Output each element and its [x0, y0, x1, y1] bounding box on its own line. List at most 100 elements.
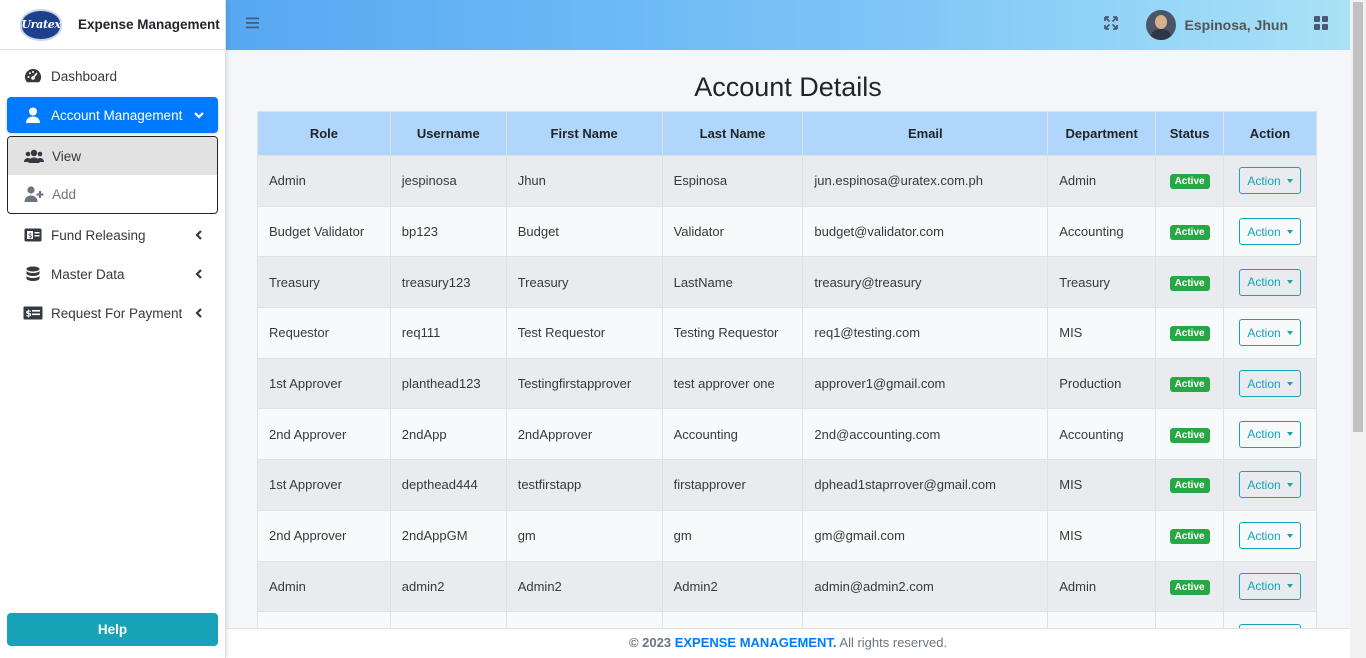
cell-username: bp123 [389, 205, 507, 258]
cell-email: admin@admin2.com [802, 560, 1049, 613]
status-badge: Active [1169, 275, 1210, 291]
cell-action: Action [1223, 205, 1317, 258]
action-dropdown-button[interactable]: Action [1239, 268, 1302, 296]
cell-action: Action [1223, 509, 1317, 562]
sidebar-item-dashboard[interactable]: Dashboard [7, 58, 218, 94]
sidebar-item-request-for-payment[interactable]: $ Request For Payment [7, 295, 218, 331]
cell-last-name: firstapprover [661, 459, 804, 511]
cell-action: Action [1223, 611, 1317, 628]
cell-username: jespinosa [389, 155, 507, 207]
cell-email: gm@gmail.com [802, 509, 1049, 562]
cell-department: Admin [1047, 560, 1157, 613]
cell-first-name: Treasury [505, 256, 663, 309]
sidebar-subitem-view[interactable]: View [8, 137, 217, 175]
sidebar-item-label: Dashboard [51, 68, 118, 84]
action-dropdown-button[interactable]: Action [1239, 572, 1302, 600]
action-dropdown-button[interactable]: Action [1239, 370, 1302, 398]
table-row: Budget Validator bp123 Budget Validator budg… [257, 205, 1317, 258]
cell-status: Active [1155, 611, 1225, 628]
sidebar-item-fund-releasing[interactable]: $ Fund Releasing [7, 217, 218, 253]
action-dropdown-button[interactable]: Action [1239, 218, 1302, 246]
help-button[interactable]: Help [7, 613, 218, 646]
footer-brand-link[interactable]: EXPENSE MANAGEMENT. [675, 635, 837, 650]
cell-username: admin2 [389, 560, 507, 613]
cell-username: 2ndApp [389, 408, 507, 461]
user-plus-icon [24, 185, 44, 203]
database-icon [23, 265, 43, 283]
cell-status: Active [1155, 155, 1225, 207]
cell-role: Requestor [257, 307, 391, 359]
action-dropdown-button[interactable]: Action [1239, 420, 1302, 448]
grid-icon[interactable] [1314, 15, 1328, 35]
caret-down-icon [1286, 330, 1293, 335]
cell-email: treasury@treasury [802, 256, 1049, 309]
chevron-left-icon [194, 267, 204, 282]
app-title: Expense Management [78, 17, 220, 32]
svg-text:$: $ [28, 232, 32, 240]
caret-down-icon [1286, 432, 1293, 437]
action-dropdown-button[interactable]: Action [1239, 471, 1302, 499]
cell-first-name: 2ndApprover [505, 408, 663, 461]
action-label: Action [1247, 275, 1281, 290]
cell-last-name: Espinosa [661, 155, 804, 207]
user-avatar[interactable] [1145, 10, 1176, 40]
table-row: 1st Approver depthead444 testfirstapp first… [257, 459, 1317, 511]
cell-username: planthead123 [389, 357, 507, 410]
cell-department: Accounting [1047, 408, 1157, 461]
main-content: Account Details Role Username First Name… [226, 50, 1350, 628]
accounts-table: Role Username First Name Last Name Email… [257, 111, 1317, 628]
scrollbar-thumb[interactable] [1353, 2, 1363, 432]
cell-status: Active [1155, 205, 1225, 258]
cell-department: Production [1047, 357, 1157, 410]
sidebar-item-account-management[interactable]: Account Management [7, 97, 218, 133]
cell-role: 2nd Approver [257, 408, 391, 461]
cell-first-name: Admin2 [505, 560, 663, 613]
column-header-last-name[interactable]: Last Name [661, 111, 804, 156]
account-submenu: View Add [7, 136, 218, 214]
fullscreen-icon[interactable] [1103, 15, 1118, 35]
caret-down-icon [1286, 280, 1293, 285]
hamburger-menu-icon[interactable] [246, 16, 260, 34]
cell-last-name: test approver one [661, 357, 804, 410]
action-label: Action [1247, 325, 1281, 340]
column-header-status[interactable]: Status [1155, 111, 1225, 156]
column-header-username[interactable]: Username [389, 111, 507, 156]
cell-status: Active [1155, 509, 1225, 562]
caret-down-icon [1286, 381, 1293, 386]
table-row: 2nd Approver 2ndApp 2ndApprover Accounting 2… [257, 408, 1317, 461]
column-header-first-name[interactable]: First Name [505, 111, 663, 156]
cell-username [389, 611, 507, 628]
column-header-department[interactable]: Department [1047, 111, 1157, 156]
money-bill-icon: $ [23, 226, 43, 244]
chevron-down-icon [194, 108, 204, 123]
action-dropdown-button[interactable]: Action [1239, 522, 1302, 550]
table-body: Admin jespinosa Jhun Espinosa jun.espinosa@u… [257, 155, 1317, 628]
invoice-icon: $ [23, 304, 43, 322]
sidebar-subitem-label: View [52, 148, 82, 164]
status-badge: Active [1169, 377, 1210, 393]
cell-status: Active [1155, 459, 1225, 511]
action-dropdown-button[interactable]: Action [1239, 319, 1302, 347]
cell-action: Action [1223, 459, 1317, 511]
status-badge: Active [1169, 225, 1210, 241]
page-scrollbar[interactable] [1350, 0, 1366, 658]
action-label: Action [1247, 173, 1281, 188]
cell-email: req1@testing.com [802, 307, 1049, 359]
brand[interactable]: Uratex Expense Management [0, 0, 225, 50]
cell-last-name: gm [661, 509, 804, 562]
action-dropdown-button[interactable]: Action [1239, 167, 1302, 195]
column-header-email[interactable]: Email [802, 111, 1049, 156]
cell-status: Active [1155, 408, 1225, 461]
user-name[interactable]: Espinosa, Jhun [1185, 17, 1288, 33]
cell-role: 1st Approver [257, 459, 391, 511]
sidebar-subitem-add[interactable]: Add [8, 175, 217, 213]
action-label: Action [1247, 224, 1281, 239]
cell-status: Active [1155, 560, 1225, 613]
sidebar-item-master-data[interactable]: Master Data [7, 256, 218, 292]
cell-role: Budget Validator [257, 205, 391, 258]
cell-username: treasury123 [389, 256, 507, 309]
cell-status: Active [1155, 256, 1225, 309]
column-header-role[interactable]: Role [257, 111, 391, 156]
cell-last-name: Testing Requestor [661, 307, 804, 359]
table-row: Treasury treasury123 Treasury LastName treas… [257, 256, 1317, 309]
